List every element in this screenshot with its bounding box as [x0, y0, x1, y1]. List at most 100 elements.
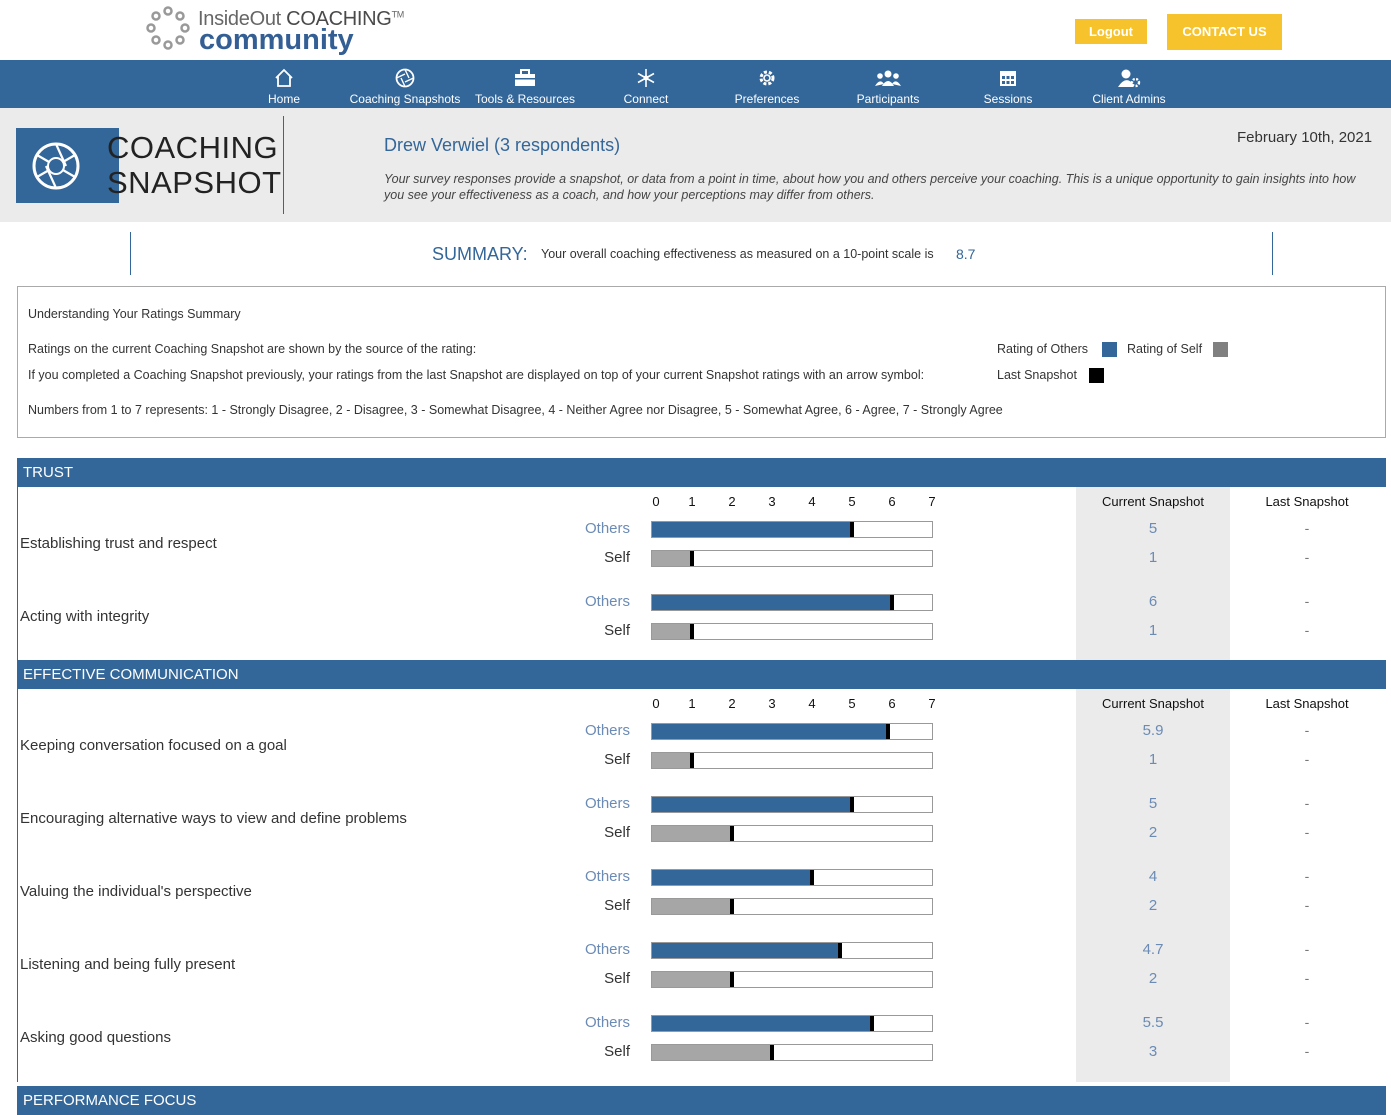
others-bar-fill — [652, 724, 888, 739]
legend-others-swatch — [1102, 342, 1117, 357]
others-bar-fill — [652, 943, 840, 958]
current-self-value: 2 — [1148, 897, 1158, 914]
others-label: Others — [584, 868, 630, 885]
nav-label: Client Admins — [1092, 92, 1166, 106]
nav-label: Home — [267, 92, 300, 106]
nav-tools-resources[interactable]: Tools & Resources — [470, 60, 580, 108]
current-others-value: 4.7 — [1142, 941, 1164, 958]
hero-divider — [283, 116, 284, 214]
scale-tick-label: 6 — [888, 494, 896, 509]
current-others-value: 6 — [1148, 593, 1158, 610]
logout-button[interactable]: Logout — [1075, 19, 1147, 44]
last-self-value: - — [1304, 824, 1310, 840]
others-bar-fill — [652, 522, 852, 537]
self-label: Self — [604, 549, 630, 566]
snapshot-title-line2: SNAPSHOT — [107, 165, 282, 200]
self-bar-marker — [690, 753, 694, 768]
legend-title: Understanding Your Ratings Summary — [28, 307, 241, 321]
coachee-name: Drew Verwiel (3 respondents) — [384, 135, 621, 155]
logo-circles-icon — [146, 6, 190, 50]
current-self-value: 1 — [1148, 622, 1158, 639]
others-bar-marker — [886, 724, 890, 739]
nav-home[interactable]: Home — [244, 60, 324, 108]
last-self-value: - — [1304, 751, 1310, 767]
nav-sessions[interactable]: Sessions — [968, 60, 1048, 108]
others-bar-fill — [652, 1016, 872, 1031]
current-self-value: 2 — [1148, 824, 1158, 841]
others-rating-bar — [651, 723, 933, 740]
scale-tick-label: 6 — [888, 696, 896, 711]
brand-logo[interactable]: InsideOut COACHINGTM community — [146, 4, 416, 56]
nav-client-admins[interactable]: Client Admins — [1084, 60, 1174, 108]
others-bar-fill — [652, 595, 892, 610]
self-bar-marker — [770, 1045, 774, 1060]
current-self-value: 1 — [1148, 751, 1158, 768]
group-icon — [875, 70, 901, 86]
rating-item-label: Valuing the individual's perspective — [20, 883, 252, 900]
scale-tick-label: 4 — [808, 494, 816, 509]
toolbox-icon — [515, 69, 535, 86]
nav-connect[interactable]: Connect — [606, 60, 686, 108]
self-bar-marker — [730, 972, 734, 987]
self-label: Self — [604, 824, 630, 841]
nav-participants[interactable]: Participants — [843, 60, 933, 108]
last-others-value: - — [1304, 593, 1310, 609]
scale-tick-label: 0 — [652, 696, 660, 711]
others-rating-bar — [651, 521, 933, 538]
others-bar-marker — [870, 1016, 874, 1031]
self-rating-bar — [651, 1044, 933, 1061]
current-others-value: 5.9 — [1142, 722, 1164, 739]
others-label: Others — [584, 795, 630, 812]
scale-tick-label: 4 — [808, 696, 816, 711]
section-left-border — [17, 487, 18, 661]
self-bar-fill — [652, 899, 732, 914]
others-rating-bar — [651, 594, 933, 611]
legend-last-label: Last Snapshot — [997, 368, 1077, 382]
self-rating-bar — [651, 752, 933, 769]
others-label: Others — [584, 1014, 630, 1031]
scale-tick-label: 2 — [728, 494, 736, 509]
main-nav: Home Coaching Snapshots Tools & Resource… — [0, 60, 1391, 108]
others-label: Others — [584, 520, 630, 537]
current-self-value: 1 — [1148, 549, 1158, 566]
self-rating-bar — [651, 898, 933, 915]
legend-line-sources: Ratings on the current Coaching Snapshot… — [28, 342, 477, 356]
nav-coaching-snapshots[interactable]: Coaching Snapshots — [345, 60, 465, 108]
scale-tick-label: 3 — [768, 696, 776, 711]
section-header: PERFORMANCE FOCUS — [17, 1086, 1386, 1115]
snapshot-title: COACHING SNAPSHOT — [107, 130, 282, 200]
others-rating-bar — [651, 869, 933, 886]
rating-item-label: Establishing trust and respect — [20, 535, 217, 552]
snapshot-hero: COACHING SNAPSHOT Drew Verwiel (3 respon… — [0, 108, 1391, 222]
self-rating-bar — [651, 971, 933, 988]
nav-preferences[interactable]: Preferences — [722, 60, 812, 108]
scale-tick-label: 1 — [688, 696, 696, 711]
nav-label: Sessions — [983, 92, 1033, 106]
last-self-value: - — [1304, 970, 1310, 986]
others-bar-marker — [850, 797, 854, 812]
self-bar-fill — [652, 826, 732, 841]
self-bar-marker — [730, 899, 734, 914]
current-snapshot-header: Current Snapshot — [1102, 494, 1204, 509]
self-bar-fill — [652, 1045, 772, 1060]
snapshot-logo-tile — [16, 128, 119, 203]
current-self-value: 2 — [1148, 970, 1158, 987]
contact-us-button[interactable]: CONTACT US — [1167, 14, 1282, 50]
aperture-icon — [395, 68, 415, 88]
scale-tick-label: 5 — [848, 494, 856, 509]
snapshot-description: Your survey responses provide a snapshot… — [384, 172, 1356, 202]
current-others-value: 5.5 — [1142, 1014, 1164, 1031]
current-self-value: 3 — [1148, 1043, 1158, 1060]
last-self-value: - — [1304, 622, 1310, 638]
others-bar-marker — [838, 943, 842, 958]
ratings-legend: Understanding Your Ratings Summary Ratin… — [17, 286, 1386, 438]
current-others-value: 4 — [1148, 868, 1158, 885]
current-others-value: 5 — [1148, 795, 1158, 812]
others-bar-fill — [652, 797, 852, 812]
others-label: Others — [584, 722, 630, 739]
self-bar-fill — [652, 972, 732, 987]
legend-line-scale: Numbers from 1 to 7 represents: 1 - Stro… — [28, 403, 1003, 417]
others-bar-marker — [850, 522, 854, 537]
scale-tick-label: 1 — [688, 494, 696, 509]
rating-item-label: Asking good questions — [20, 1029, 171, 1046]
